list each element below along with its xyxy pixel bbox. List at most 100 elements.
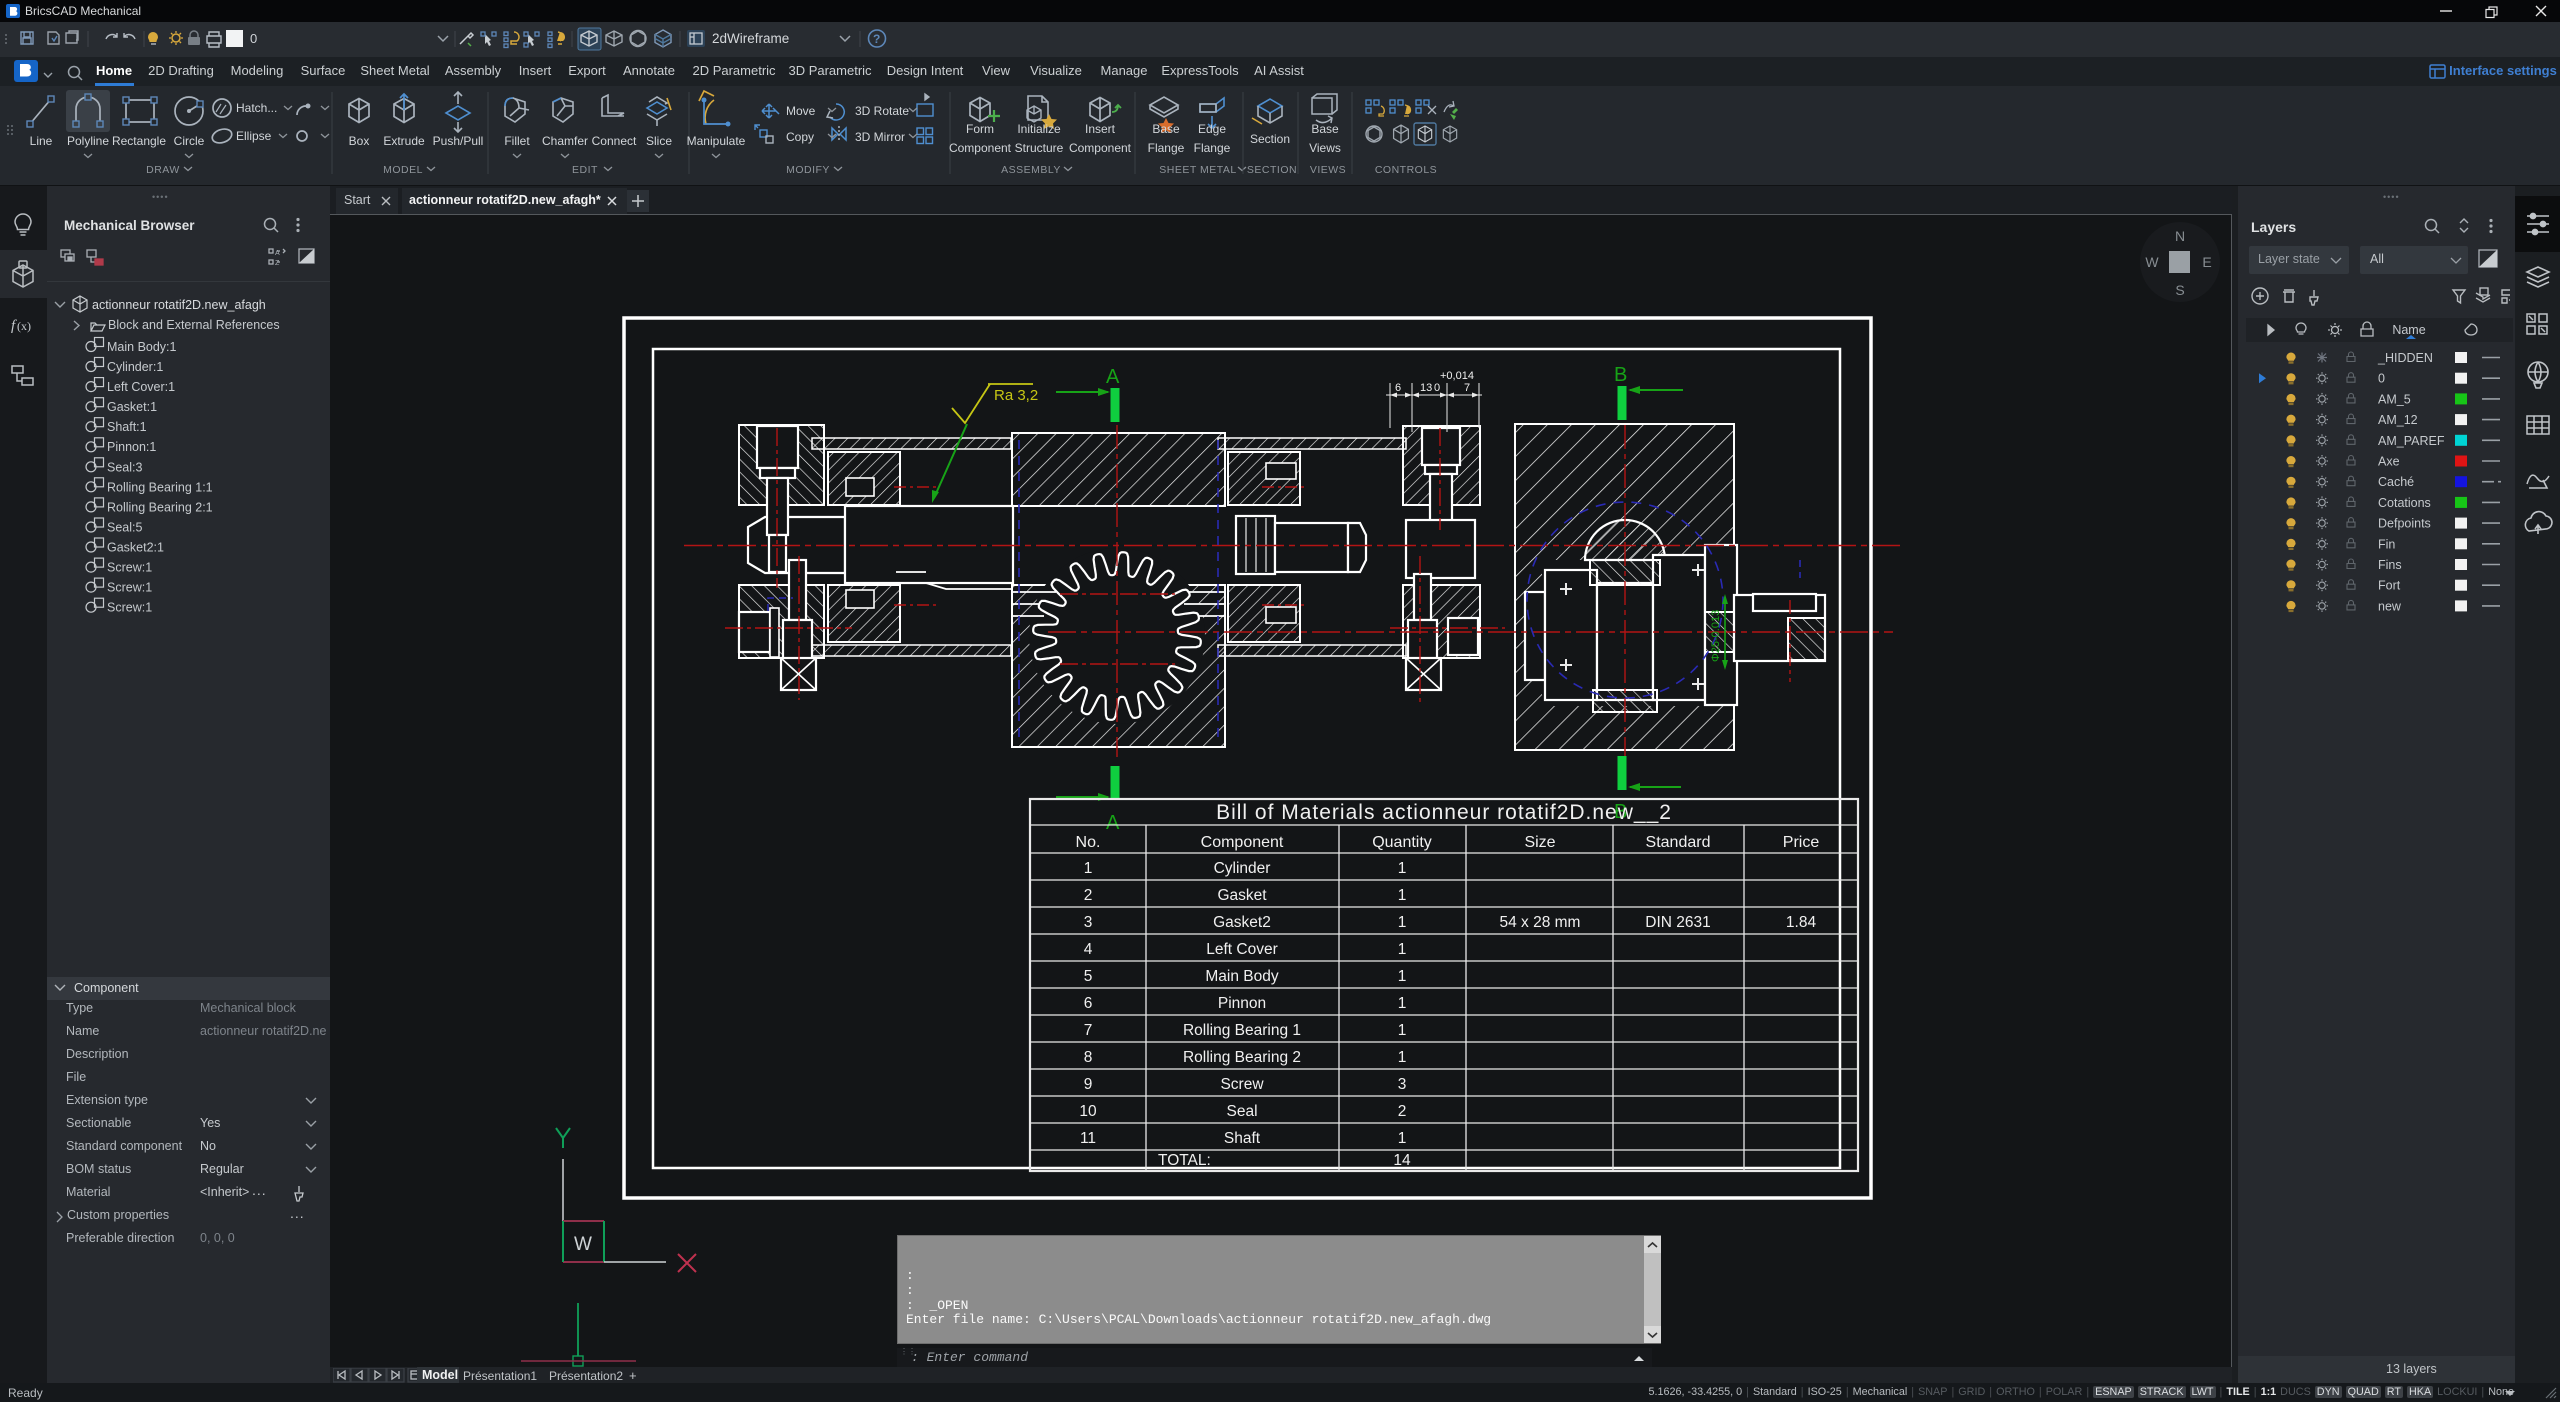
svg-text:No.: No. — [1076, 834, 1101, 851]
svg-text:EDIT: EDIT — [572, 164, 598, 176]
svg-text:E: E — [2202, 254, 2211, 270]
svg-text:Flange: Flange — [1148, 141, 1185, 155]
svg-text:Connect: Connect — [592, 134, 637, 148]
svg-text:11: 11 — [1080, 1130, 1096, 1147]
svg-text:B: B — [1614, 364, 1627, 386]
svg-text:Flange: Flange — [1194, 141, 1231, 155]
svg-text:Size: Size — [1524, 834, 1555, 851]
svg-text:4: 4 — [1084, 941, 1093, 958]
svg-text:CONTROLS: CONTROLS — [1375, 164, 1437, 176]
svg-text:A: A — [1106, 366, 1120, 388]
svg-text:W: W — [574, 1234, 592, 1255]
svg-text:Component: Component — [949, 141, 1012, 155]
svg-text:1: 1 — [1398, 1022, 1407, 1039]
svg-text:(x): (x) — [17, 319, 31, 333]
svg-text:Quantity: Quantity — [1372, 834, 1432, 851]
svg-text:54 x 28 mm: 54 x 28 mm — [1500, 914, 1581, 931]
svg-text:Seal:3: Seal:3 — [107, 460, 142, 474]
svg-text:Left Cover: Left Cover — [1206, 941, 1278, 958]
svg-text:Fillet: Fillet — [504, 134, 530, 148]
svg-text:Rolling Bearing 1:1: Rolling Bearing 1:1 — [107, 480, 213, 494]
svg-text:actionneur rotatif2D.new_afagh: actionneur rotatif2D.new_afagh — [92, 298, 266, 312]
svg-text:Shaft: Shaft — [1224, 1130, 1261, 1147]
svg-text:Screw:1: Screw:1 — [107, 601, 152, 615]
svg-text:Fins: Fins — [2378, 558, 2402, 572]
svg-text:Z: Z — [275, 260, 280, 267]
svg-text:Fort: Fort — [2378, 579, 2401, 593]
svg-text:1: 1 — [1084, 860, 1093, 877]
svg-text:9: 9 — [1084, 1076, 1093, 1093]
svg-text:Insert: Insert — [1085, 122, 1116, 136]
svg-text:Left Cover:1: Left Cover:1 — [107, 380, 175, 394]
svg-text:0: 0 — [250, 31, 257, 46]
svg-text:A: A — [1106, 812, 1120, 834]
svg-text:Component: Component — [1201, 834, 1284, 851]
svg-text:N: N — [2175, 228, 2185, 244]
svg-text:Φ25-0.013: Φ25-0.013 — [1710, 610, 1722, 662]
svg-text:Gasket2: Gasket2 — [1213, 914, 1271, 931]
svg-text:Bill of Materials actionneur r: Bill of Materials actionneur rotatif2D.n… — [1216, 801, 1672, 824]
svg-text:Gasket2:1: Gasket2:1 — [107, 541, 164, 555]
svg-text:Screw:1: Screw:1 — [107, 561, 152, 575]
svg-text:3: 3 — [1084, 914, 1093, 931]
svg-text:Views: Views — [1309, 141, 1341, 155]
svg-text:1: 1 — [1398, 887, 1407, 904]
svg-text:Gasket: Gasket — [1217, 887, 1267, 904]
svg-text:Ellipse: Ellipse — [236, 129, 272, 143]
svg-text:Shaft:1: Shaft:1 — [107, 420, 147, 434]
svg-text:1: 1 — [1398, 968, 1407, 985]
svg-text:3D Rotate: 3D Rotate — [855, 104, 909, 118]
svg-text:3: 3 — [1398, 1076, 1407, 1093]
svg-text:Fin: Fin — [2378, 537, 2395, 551]
svg-text:A: A — [275, 250, 280, 257]
svg-text:Structure: Structure — [1015, 141, 1064, 155]
svg-text:Hatch...: Hatch... — [236, 101, 277, 115]
svg-text:7: 7 — [1464, 382, 1470, 394]
svg-text:+0,014: +0,014 — [1440, 370, 1474, 382]
svg-text:1: 1 — [1398, 1130, 1407, 1147]
svg-text:Edge: Edge — [1198, 122, 1226, 136]
svg-text:Name: Name — [2392, 323, 2425, 337]
svg-text:5: 5 — [1084, 968, 1093, 985]
svg-text:Rectangle: Rectangle — [112, 134, 166, 148]
svg-text:Main Body:1: Main Body:1 — [107, 340, 177, 354]
svg-text:6: 6 — [1084, 995, 1093, 1012]
svg-text:SHEET METAL: SHEET METAL — [1159, 164, 1236, 176]
svg-text:Line: Line — [30, 134, 53, 148]
svg-text:Push/Pull: Push/Pull — [433, 134, 484, 148]
svg-text:Cylinder:1: Cylinder:1 — [107, 360, 163, 374]
svg-text:8: 8 — [1084, 1049, 1093, 1066]
svg-text:ASSEMBLY: ASSEMBLY — [1001, 164, 1061, 176]
svg-text:10: 10 — [1079, 1103, 1097, 1120]
svg-text:Section: Section — [1250, 132, 1290, 146]
svg-text:3D Mirror: 3D Mirror — [855, 130, 905, 144]
svg-text:1: 1 — [1398, 914, 1407, 931]
svg-text:Pinnon: Pinnon — [1218, 995, 1266, 1012]
svg-text:Block and External References: Block and External References — [108, 318, 280, 332]
svg-text:14: 14 — [1393, 1152, 1411, 1169]
svg-text:Caché: Caché — [2378, 475, 2414, 489]
svg-text:AM_5: AM_5 — [2378, 392, 2411, 406]
svg-text:7: 7 — [1084, 1022, 1093, 1039]
svg-text:Move: Move — [786, 104, 816, 118]
svg-text:Base: Base — [1152, 122, 1180, 136]
svg-text:Rolling Bearing 2: Rolling Bearing 2 — [1183, 1049, 1301, 1066]
svg-text:DIN 2631: DIN 2631 — [1645, 914, 1710, 931]
svg-text:Rolling Bearing 1: Rolling Bearing 1 — [1183, 1022, 1301, 1039]
svg-text:Cotations: Cotations — [2378, 496, 2431, 510]
svg-text:DRAW: DRAW — [146, 164, 180, 176]
svg-text:Axe: Axe — [2378, 455, 2400, 469]
svg-text:Main Body: Main Body — [1205, 968, 1278, 985]
svg-text:2dWireframe: 2dWireframe — [712, 31, 789, 46]
svg-text:Rolling Bearing 2:1: Rolling Bearing 2:1 — [107, 500, 213, 514]
svg-text:Screw:1: Screw:1 — [107, 581, 152, 595]
svg-text:TOTAL:: TOTAL: — [1158, 1152, 1211, 1169]
svg-text:Box: Box — [349, 134, 370, 148]
svg-text:1: 1 — [1398, 995, 1407, 1012]
svg-text:Cylinder: Cylinder — [1214, 860, 1271, 877]
svg-text:Form: Form — [966, 122, 994, 136]
svg-text:Standard: Standard — [1646, 834, 1711, 851]
svg-text:_HIDDEN: _HIDDEN — [2377, 351, 2433, 365]
svg-text:Circle: Circle — [174, 134, 205, 148]
svg-text:13: 13 — [1420, 382, 1432, 394]
